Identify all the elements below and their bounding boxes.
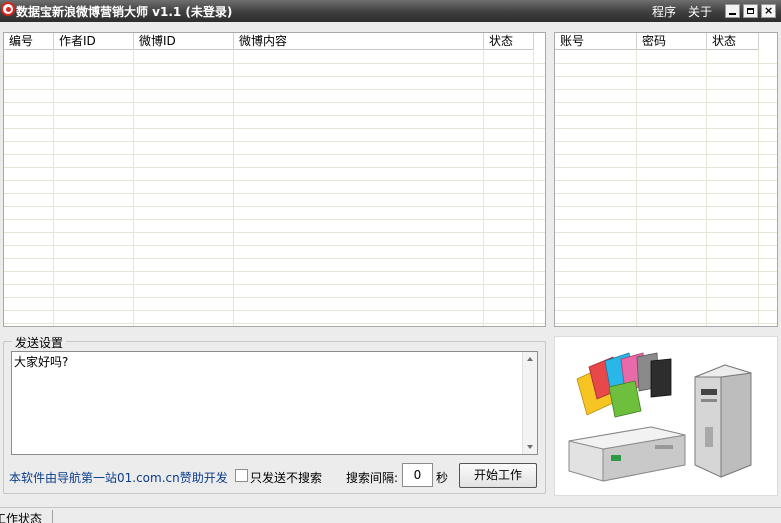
posts-table-body[interactable] bbox=[4, 51, 545, 326]
column-header-status[interactable]: 状态 bbox=[484, 33, 534, 50]
message-scrollbar[interactable] bbox=[522, 352, 537, 454]
status-bar: 工作状态 bbox=[0, 507, 781, 523]
product-illustration bbox=[568, 352, 752, 482]
column-header-password[interactable]: 密码 bbox=[637, 33, 707, 50]
message-text: 大家好吗? bbox=[14, 355, 69, 369]
status-separator bbox=[52, 510, 53, 523]
colored-drives-icon bbox=[576, 352, 672, 418]
send-only-label[interactable]: 只发送不搜索 bbox=[250, 469, 322, 486]
seconds-label: 秒 bbox=[436, 471, 449, 485]
product-image bbox=[554, 336, 778, 496]
posts-table[interactable]: 编号 作者ID 微博ID 微博内容 状态 bbox=[3, 32, 546, 327]
menu-program[interactable]: 程序 bbox=[652, 3, 676, 20]
scroll-down-icon[interactable] bbox=[527, 445, 533, 449]
maximize-icon bbox=[747, 8, 754, 14]
send-only-checkbox[interactable] bbox=[235, 469, 248, 482]
title-bar: 数据宝新浪微博营销大师 v1.1 (未登录) 程序 关于 × bbox=[0, 0, 781, 22]
status-text: 工作状态 bbox=[0, 512, 43, 523]
send-settings-legend: 发送设置 bbox=[12, 334, 67, 351]
minimize-button[interactable] bbox=[725, 4, 740, 18]
search-interval-input[interactable]: 0 bbox=[402, 463, 433, 487]
start-work-button[interactable]: 开始工作 bbox=[459, 463, 537, 488]
accounts-table-header: 账号 密码 状态 bbox=[555, 33, 759, 50]
posts-table-header: 编号 作者ID 微博ID 微博内容 状态 bbox=[4, 33, 534, 50]
scroll-up-icon[interactable] bbox=[527, 357, 533, 361]
accounts-table-body[interactable] bbox=[555, 51, 777, 326]
accounts-table[interactable]: 账号 密码 状态 bbox=[554, 32, 778, 327]
weibo-logo-icon bbox=[1, 2, 15, 16]
minimize-icon bbox=[729, 13, 736, 15]
tower-pc-icon bbox=[694, 364, 752, 478]
window-title: 数据宝新浪微博营销大师 v1.1 (未登录) bbox=[16, 5, 233, 19]
sponsor-link[interactable]: 本软件由导航第一站01.com.cn赞助开发 bbox=[9, 469, 228, 486]
message-textarea[interactable]: 大家好吗? bbox=[11, 351, 538, 455]
column-header-author-id[interactable]: 作者ID bbox=[54, 33, 134, 50]
column-header-account[interactable]: 账号 bbox=[555, 33, 637, 50]
column-header-weibo-id[interactable]: 微博ID bbox=[134, 33, 234, 50]
column-header-id[interactable]: 编号 bbox=[4, 33, 54, 50]
close-button[interactable]: × bbox=[761, 4, 776, 18]
search-interval-label: 搜索间隔: bbox=[346, 471, 399, 485]
column-header-account-status[interactable]: 状态 bbox=[707, 33, 759, 50]
close-icon: × bbox=[764, 4, 774, 17]
maximize-button[interactable] bbox=[743, 4, 758, 18]
column-header-content[interactable]: 微博内容 bbox=[234, 33, 484, 50]
server-box-icon bbox=[568, 426, 686, 482]
menu-about[interactable]: 关于 bbox=[688, 3, 712, 20]
